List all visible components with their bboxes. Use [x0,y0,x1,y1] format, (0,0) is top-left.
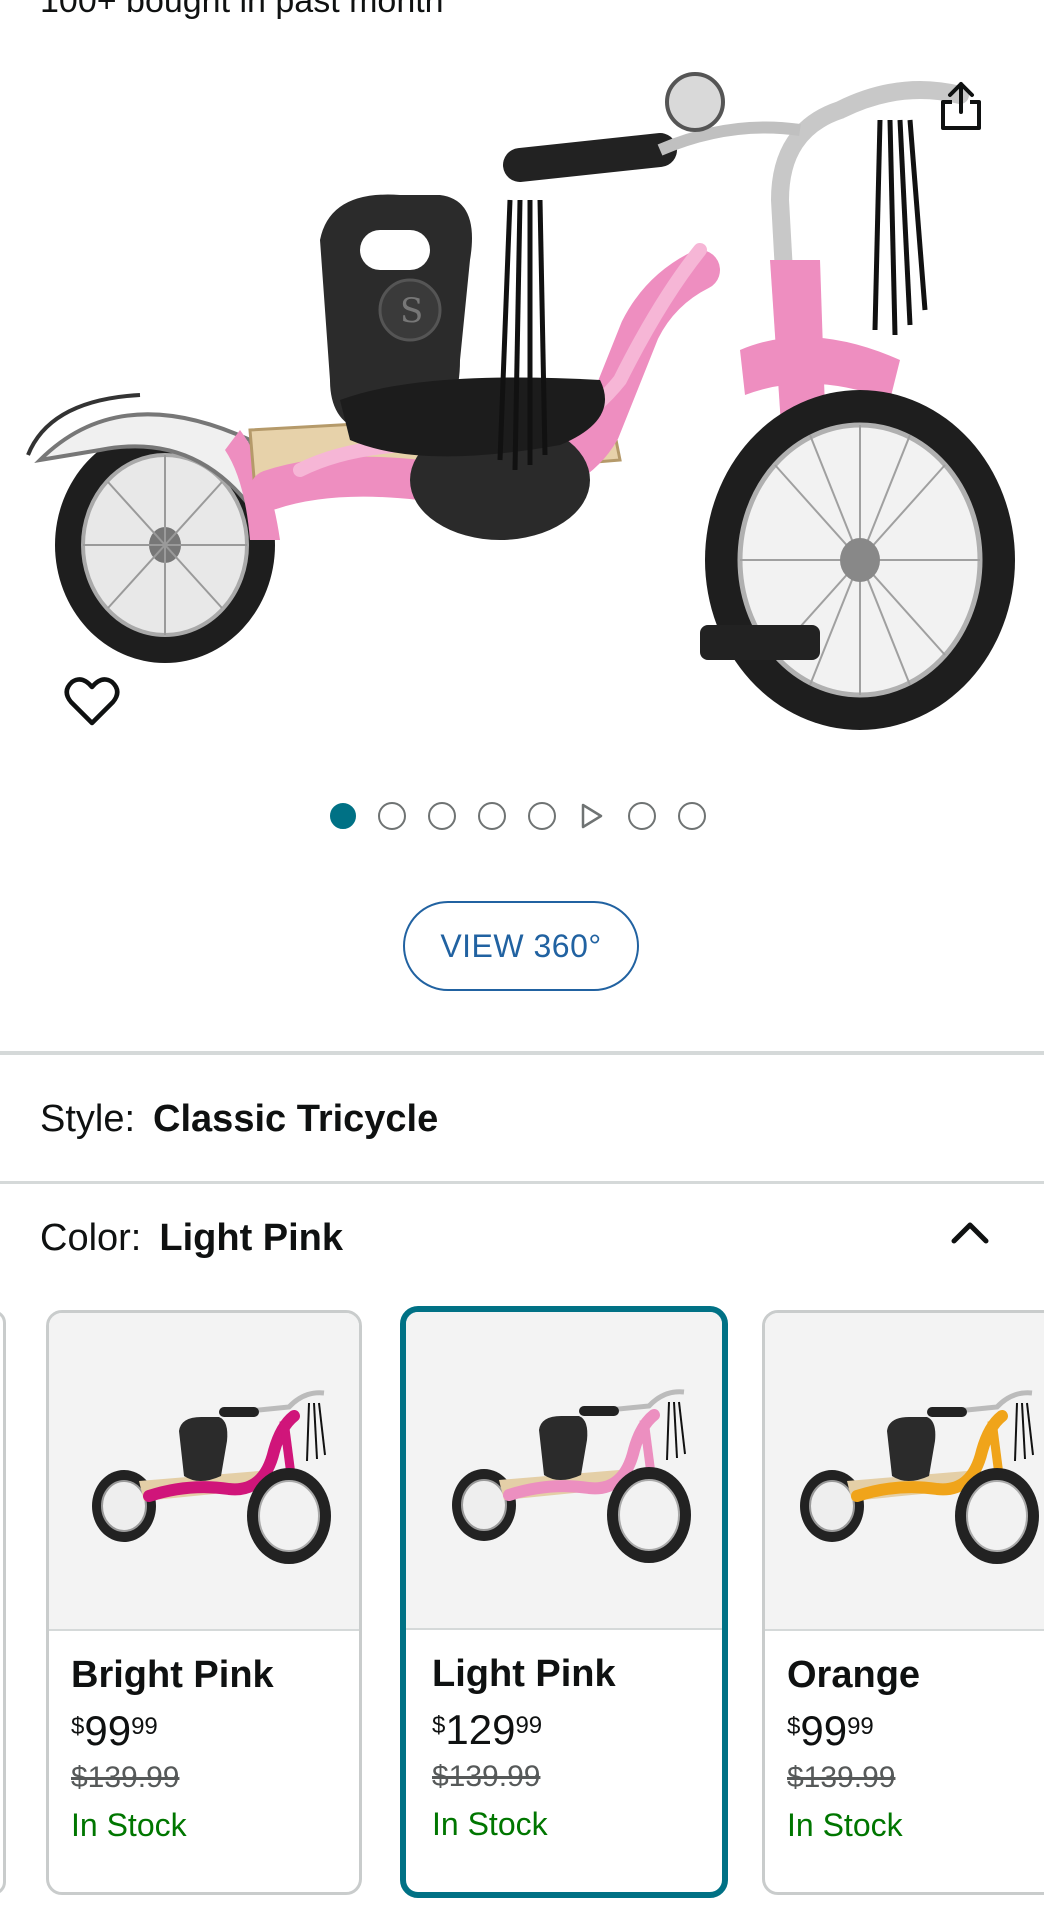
swatch-orange[interactable]: Orange $9999 $139.99 In Stock [762,1310,1044,1895]
tricycle-thumbnail [452,1389,691,1563]
swatch-name: Bright Pink [71,1654,274,1696]
swatch-list-price: $139.99 [71,1761,180,1794]
tricycle-thumbnail [800,1390,1039,1564]
collapse-color-button[interactable] [946,1210,994,1254]
color-row: Color: Light Pink [40,1217,343,1260]
swatch-image [765,1313,1044,1631]
tricycle-thumbnail [92,1390,331,1564]
image-carousel-indicator[interactable] [330,802,728,830]
row-divider [0,1181,1044,1184]
swatch-list-price: $139.99 [432,1760,541,1793]
front-wheel [705,390,1015,730]
swatch-light-pink[interactable]: Light Pink $12999 $139.99 In Stock [400,1306,728,1898]
heart-outline-icon [64,677,120,726]
carousel-dot-2[interactable] [378,802,406,830]
swatch-image [49,1313,359,1631]
swatch-bright-pink[interactable]: Bright Pink $9999 $139.99 In Stock [46,1310,362,1895]
previous-swatch-edge[interactable] [0,1310,6,1895]
swatch-availability: In Stock [787,1807,903,1843]
style-row: Style: Classic Tricycle [40,1098,438,1141]
swatch-price: $9999 [71,1707,158,1754]
swatch-name: Light Pink [432,1653,616,1695]
share-icon [941,82,981,130]
color-label: Color: [40,1217,142,1259]
swatch-image [406,1312,722,1630]
carousel-dot-8[interactable] [678,802,706,830]
play-icon [581,803,603,829]
carousel-dot-4[interactable] [478,802,506,830]
carousel-dot-3[interactable] [428,802,456,830]
color-value: Light Pink [159,1217,344,1259]
section-divider [0,1051,1044,1055]
carousel-video-dot[interactable] [578,802,606,830]
tricycle-seat: S [320,194,605,457]
style-label: Style: [40,1098,136,1140]
swatch-availability: In Stock [432,1806,548,1842]
carousel-dot-5[interactable] [528,802,556,830]
swatch-price: $9999 [787,1707,874,1754]
add-to-wishlist-button[interactable] [62,674,122,730]
carousel-dot-7[interactable] [628,802,656,830]
style-value: Classic Tricycle [153,1098,439,1140]
view-360-button[interactable]: VIEW 360° [403,901,639,991]
product-main-image[interactable]: S [0,0,1044,760]
swatch-availability: In Stock [71,1807,187,1843]
swatch-price: $12999 [432,1706,543,1753]
share-button[interactable] [932,76,990,136]
chevron-up-icon [951,1222,989,1244]
svg-text:S: S [400,291,423,331]
carousel-dot-1[interactable] [330,803,356,829]
swatch-list-price: $139.99 [787,1761,896,1794]
swatch-name: Orange [787,1654,921,1696]
